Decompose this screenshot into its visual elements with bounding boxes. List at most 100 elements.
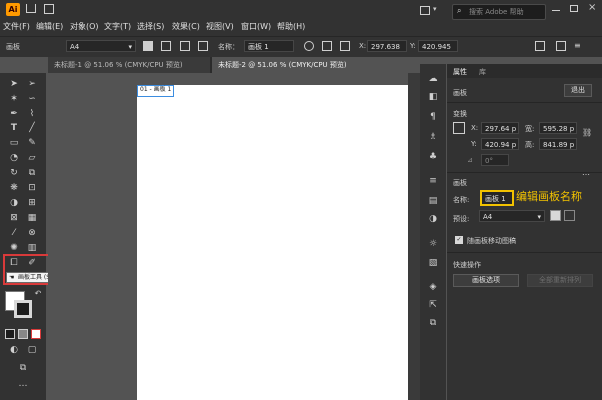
landscape-icon[interactable] (161, 41, 171, 51)
lasso-tool-icon[interactable]: ∽ (27, 94, 37, 104)
move-icon[interactable] (304, 41, 314, 51)
search-input[interactable]: ⌕ 搜索 Adobe 帮助 (452, 4, 546, 20)
screen-mode-icon[interactable]: ▢ (27, 345, 37, 355)
y-input[interactable]: 420.945 (418, 40, 458, 52)
graph-tool-icon[interactable]: ▥ (27, 243, 37, 253)
artboards-panel-icon[interactable]: ⧉ (428, 318, 438, 328)
eyedropper-tool-icon[interactable]: ⁄ (9, 228, 19, 238)
color-mode-icon[interactable] (5, 329, 15, 339)
menu-window[interactable]: 窗口(W) (241, 21, 271, 32)
portrait-icon[interactable] (143, 41, 153, 51)
magic-wand-tool-icon[interactable]: ✶ (9, 94, 19, 104)
align-icon[interactable] (535, 41, 545, 51)
puppet-warp-icon[interactable]: ♗ (428, 132, 438, 142)
pen-tool-icon[interactable]: ✒ (9, 109, 19, 119)
image-trace-icon[interactable]: ◧ (428, 92, 438, 102)
artboard[interactable] (137, 85, 408, 400)
tab-properties[interactable]: 属性 (453, 67, 467, 77)
shaper-tool-icon[interactable]: ◔ (9, 153, 19, 163)
y-input[interactable]: 420.94 p (481, 138, 519, 150)
tab-untitled-1[interactable]: 未标题-1 @ 51.06 % (CMYK/CPU 预览) (48, 57, 210, 73)
menu-type[interactable]: 文字(T) (104, 21, 131, 32)
minimize-icon[interactable] (552, 10, 560, 11)
paragraph-icon[interactable]: ¶ (428, 112, 438, 122)
preset-select[interactable]: A4 ▾ (66, 40, 136, 52)
export-icon[interactable]: ⇱ (428, 300, 438, 310)
line-tool-icon[interactable]: ╱ (27, 123, 37, 133)
arrange-icon[interactable] (420, 6, 430, 15)
new-artboard-icon[interactable] (180, 41, 190, 51)
portrait-button[interactable] (550, 210, 561, 221)
scale-tool-icon[interactable]: ⧉ (27, 168, 37, 178)
close-icon[interactable]: × (588, 2, 596, 13)
layers-icon[interactable]: ◈ (428, 282, 438, 292)
width-input[interactable]: 595.28 p (539, 122, 577, 134)
move-with-artboard-checkbox[interactable]: ✓ (455, 236, 463, 244)
gradient-mode-icon[interactable] (18, 329, 28, 339)
blend-tool-icon[interactable]: ⊗ (27, 228, 37, 238)
height-input[interactable]: 841.89 p (539, 138, 577, 150)
warp-tool-icon[interactable]: ❋ (9, 183, 19, 193)
selection-tool-icon[interactable]: ➤ (9, 79, 19, 89)
rearrange-all-button[interactable]: 全部重新排列 (527, 274, 593, 287)
reference-point-icon[interactable] (453, 122, 465, 134)
artboard-name-input[interactable]: 画板 1 (244, 40, 294, 52)
reference-point-icon[interactable] (340, 41, 350, 51)
mesh-tool-icon[interactable]: ⊠ (9, 213, 19, 223)
slice-tool-icon[interactable]: ✐ (27, 258, 37, 268)
direct-selection-tool-icon[interactable]: ➢ (27, 79, 37, 89)
eraser-tool-icon[interactable]: ▱ (27, 153, 37, 163)
tab-untitled-2[interactable]: 未标题-2 @ 51.06 % (CMYK/CPU 预览) (212, 57, 408, 73)
free-transform-tool-icon[interactable]: ⊡ (27, 183, 37, 193)
menu-object[interactable]: 对象(O) (70, 21, 99, 32)
menu-effect[interactable]: 效果(C) (172, 21, 200, 32)
transparency-icon[interactable]: ◑ (428, 214, 438, 224)
maximize-icon[interactable] (570, 5, 578, 12)
link-icon[interactable]: ⛓ (582, 128, 592, 137)
stroke-swatch[interactable] (14, 300, 32, 318)
menu-help[interactable]: 帮助(H) (277, 21, 305, 32)
draw-mode-icon[interactable]: ◐ (9, 345, 19, 355)
perspective-grid-tool-icon[interactable]: ⊞ (27, 198, 37, 208)
artboard-options-button[interactable]: 画板选项 (453, 274, 519, 287)
tab-libraries[interactable]: 库 (479, 67, 486, 77)
change-screen-mode-icon[interactable]: ⧉ (18, 363, 28, 373)
menu-edit[interactable]: 编辑(E) (36, 21, 63, 32)
gradient-tool-icon[interactable]: ▦ (27, 213, 37, 223)
none-mode-icon[interactable] (31, 329, 41, 339)
artboard-tool-icon[interactable]: ⧠ (9, 258, 19, 268)
more-tools-icon[interactable]: … (18, 379, 28, 389)
landscape-button[interactable] (564, 210, 575, 221)
menu-file[interactable]: 文件(F) (3, 21, 30, 32)
stroke-panel-icon[interactable]: ≡ (428, 176, 438, 186)
x-input[interactable]: 297.638 (367, 40, 407, 52)
vertical-scrollbar[interactable] (408, 73, 420, 400)
gradient-panel-icon[interactable]: ▤ (428, 196, 438, 206)
rotate-tool-icon[interactable]: ↻ (9, 168, 19, 178)
chevron-down-icon[interactable]: ▾ (433, 5, 437, 13)
graphic-styles-icon[interactable]: ▧ (428, 258, 438, 268)
curvature-tool-icon[interactable]: ⌇ (27, 109, 37, 119)
appearance-icon[interactable]: ☼ (428, 239, 438, 249)
rectangle-tool-icon[interactable]: ▭ (9, 138, 19, 148)
menu-icon[interactable]: ≡ (574, 41, 581, 50)
symbol-sprayer-tool-icon[interactable]: ✺ (9, 243, 19, 253)
shape-builder-tool-icon[interactable]: ◑ (9, 198, 19, 208)
artboard-options-icon[interactable] (322, 41, 332, 51)
club-icon[interactable]: ♣ (428, 152, 438, 162)
paintbrush-tool-icon[interactable]: ✎ (27, 138, 37, 148)
menu-view[interactable]: 视图(V) (206, 21, 234, 32)
preset-select[interactable]: A4 ▾ (479, 210, 545, 222)
swap-icon[interactable]: ↶ (33, 289, 43, 299)
x-input[interactable]: 297.64 p (481, 122, 519, 134)
artboard-name-input[interactable]: 画板 1 (480, 190, 514, 206)
type-tool-icon[interactable]: T (9, 123, 19, 133)
menu-select[interactable]: 选择(S) (137, 21, 164, 32)
workspace-icon[interactable] (44, 4, 54, 14)
exit-button[interactable]: 退出 (564, 84, 592, 97)
home-icon[interactable] (26, 4, 36, 13)
transform-icon[interactable] (556, 41, 566, 51)
angle-input[interactable]: 0° (481, 154, 509, 166)
delete-artboard-icon[interactable] (198, 41, 208, 51)
libraries-icon[interactable]: ☁ (428, 74, 438, 84)
